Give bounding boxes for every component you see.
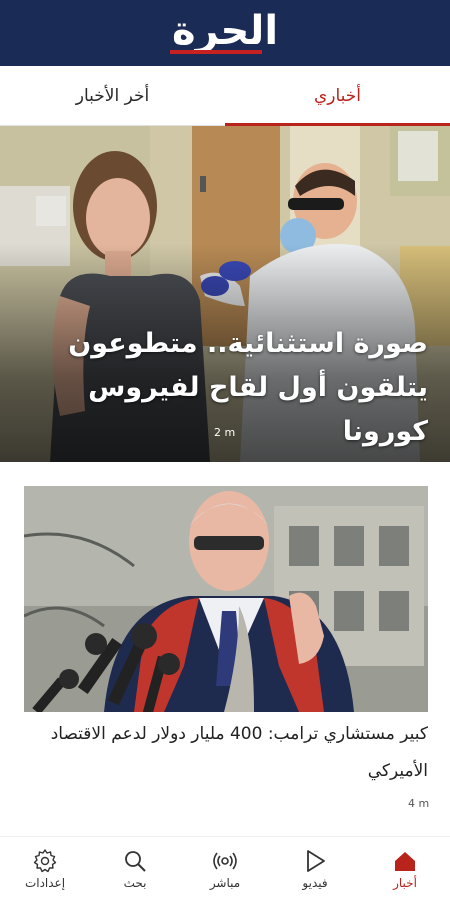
hero-headline-line1: صورة استثنائية.. متطوعون	[68, 328, 428, 359]
app-header: الحرة	[0, 0, 450, 66]
logo-accent-bar	[170, 50, 262, 54]
card-timestamp: 4 m	[408, 797, 430, 810]
card-photo	[24, 486, 428, 712]
search-icon	[125, 850, 146, 872]
feed-spacer	[0, 462, 450, 486]
nav-search[interactable]: بحث	[90, 837, 180, 900]
home-icon	[395, 851, 415, 871]
nav-news[interactable]: أخبار	[360, 837, 450, 900]
nav-news-label: أخبار	[393, 875, 417, 890]
nav-settings[interactable]: إعدادات	[0, 837, 90, 900]
section-tabs: أخباري أخر الأخبار	[0, 66, 450, 126]
nav-search-label: بحث	[123, 875, 147, 890]
brand-logo[interactable]: الحرة	[172, 11, 279, 51]
gear-icon	[33, 848, 57, 872]
card-image[interactable]	[24, 486, 428, 712]
tab-latest-news[interactable]: أخر الأخبار	[0, 66, 225, 126]
hero-headline-line2: يتلقون أول لقاح لفيروس كورونا	[88, 372, 428, 447]
nav-live-label: مباشر	[209, 875, 241, 890]
play-icon	[307, 849, 325, 872]
hero-story[interactable]: صورة استثنائية.. متطوعون يتلقون أول لقاح…	[0, 126, 450, 462]
app-screen: الحرة أخباري أخر الأخبار صورة استثنائية.…	[0, 0, 450, 900]
tab-my-news[interactable]: أخباري	[225, 66, 450, 126]
bottom-navigation: أخبار فيديو مباشر بحث إعدادات	[0, 836, 450, 900]
nav-settings-label: إعدادات	[24, 875, 66, 890]
nav-video-label: فيديو	[302, 875, 328, 890]
card-headline[interactable]: كبير مستشاري ترامب: 400 مليار دولار لدعم…	[18, 716, 428, 790]
live-icon	[213, 852, 237, 869]
hero-timestamp: 2 m	[214, 426, 236, 439]
nav-live[interactable]: مباشر	[180, 837, 270, 900]
nav-video[interactable]: فيديو	[270, 837, 360, 900]
